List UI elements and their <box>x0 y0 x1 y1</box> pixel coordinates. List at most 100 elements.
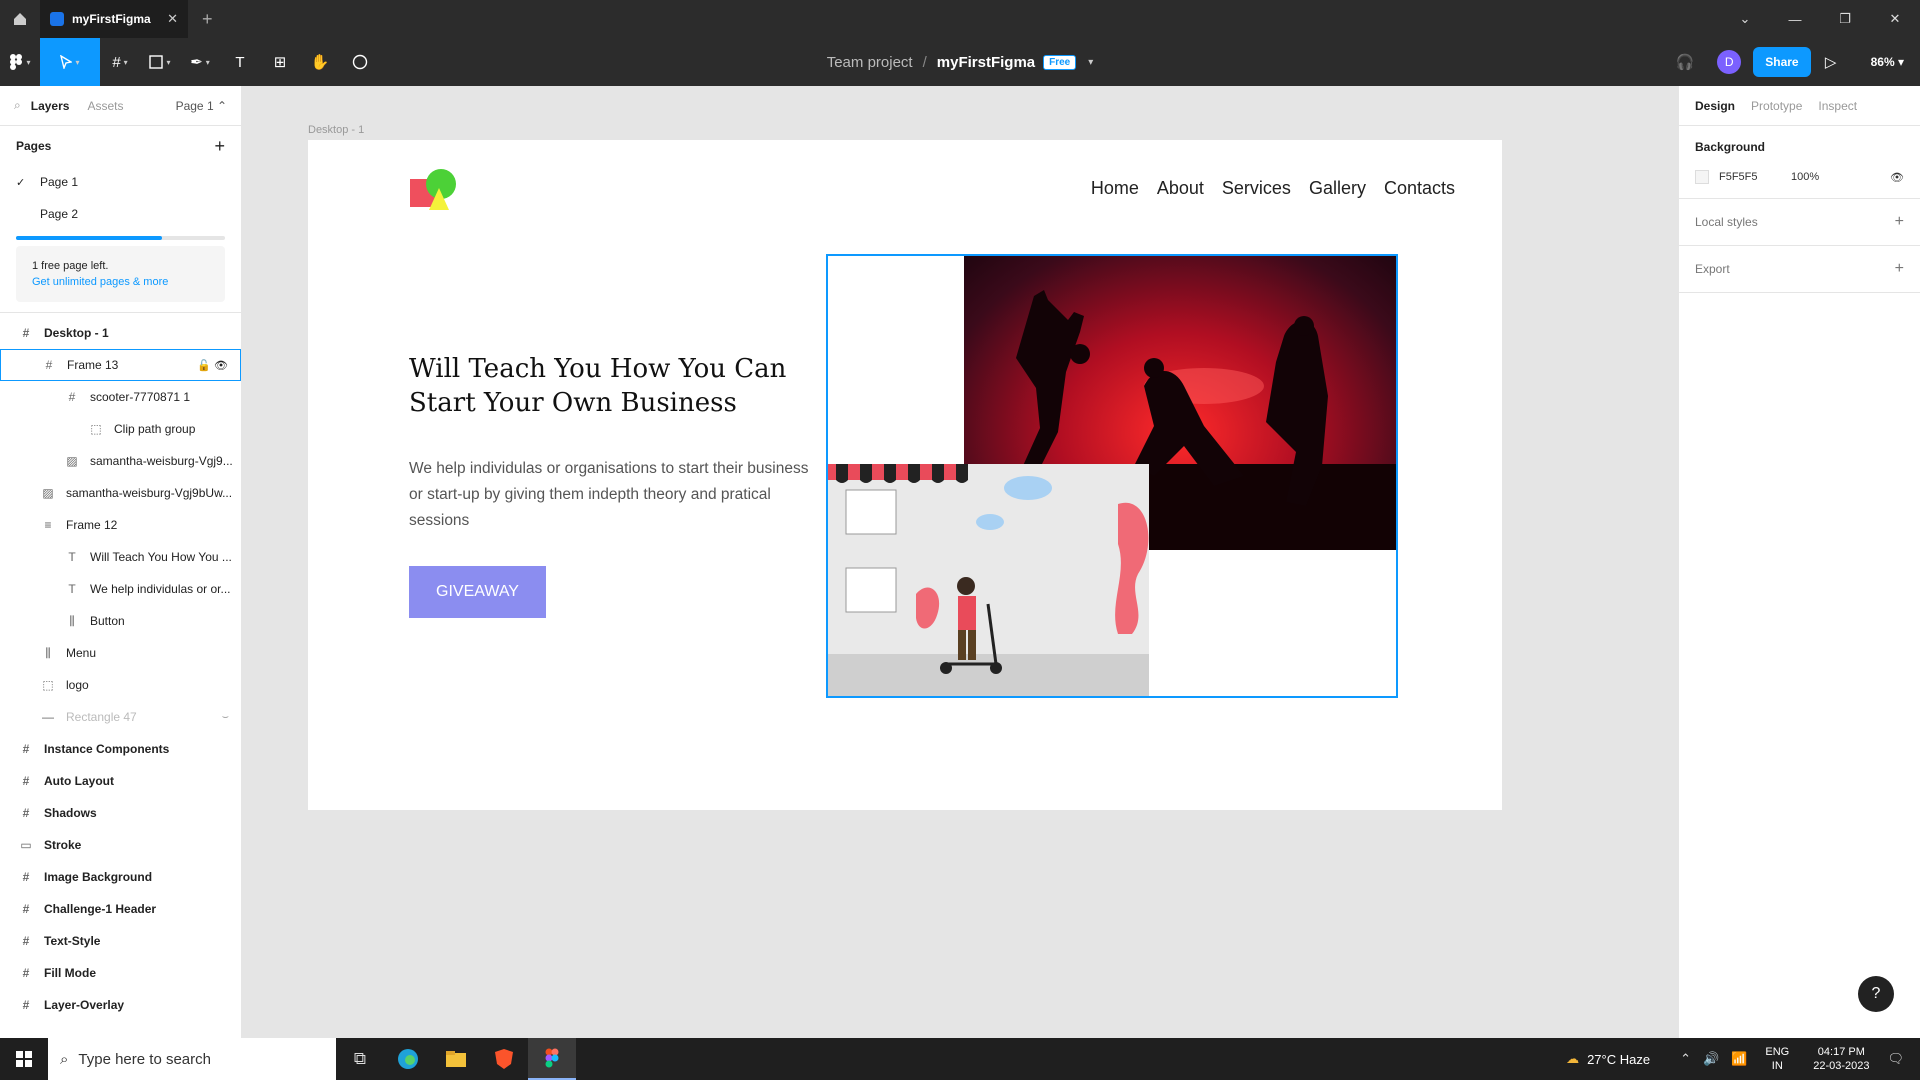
edge-icon[interactable] <box>384 1038 432 1080</box>
layer-label: Will Teach You How You ... <box>90 550 232 564</box>
breadcrumb-team[interactable]: Team project <box>827 54 913 71</box>
resources-icon[interactable]: ⊞ <box>260 38 300 86</box>
bg-opacity-input[interactable]: 100% <box>1791 171 1819 183</box>
lock-visibility-icons[interactable]: 🔓 👁 <box>197 359 228 372</box>
nav-contacts[interactable]: Contacts <box>1384 178 1455 199</box>
layer-row[interactable]: # Frame 13 🔓 👁 <box>0 349 241 381</box>
layers-panel: ⌕ Layers Assets Page 1 ⌃ Pages + ✓ Page … <box>0 86 242 1038</box>
layer-row[interactable]: ▨ samantha-weisburg-Vgj9bUw... <box>0 477 241 509</box>
giveaway-button[interactable]: GIVEAWAY <box>409 566 546 618</box>
layer-row[interactable]: # Shadows <box>0 797 241 829</box>
figma-app-icon[interactable] <box>528 1038 576 1080</box>
color-swatch[interactable] <box>1695 170 1709 184</box>
layer-row[interactable]: ⬚ logo <box>0 669 241 701</box>
bg-hex-input[interactable]: F5F5F5 <box>1719 171 1791 183</box>
layer-row[interactable]: # Desktop - 1 <box>0 317 241 349</box>
frame-label[interactable]: Desktop - 1 <box>308 124 364 136</box>
nav-gallery[interactable]: Gallery <box>1309 178 1366 199</box>
notification-icon[interactable]: 🗨 <box>1887 1051 1904 1067</box>
close-window-icon[interactable]: ✕ <box>1870 0 1920 38</box>
frame-icon: # <box>22 806 30 820</box>
rectangle-icon: ▭ <box>20 838 32 852</box>
layer-row[interactable]: # Layer-Overlay <box>0 989 241 1021</box>
page-item[interactable]: ✓ Page 1 <box>0 166 241 198</box>
tab-inspect[interactable]: Inspect <box>1818 99 1857 113</box>
rectangle-tool-icon[interactable]: ▾ <box>140 38 180 86</box>
task-view-icon[interactable]: ⧉ <box>336 1038 384 1080</box>
brave-icon[interactable] <box>480 1038 528 1080</box>
new-tab-icon[interactable]: + <box>202 9 213 30</box>
main-menu-icon[interactable]: ▾ <box>0 38 40 86</box>
frame-icon: # <box>22 934 30 948</box>
tab-assets[interactable]: Assets <box>87 99 123 113</box>
layer-row[interactable]: # scooter-7770871 1 <box>0 381 241 413</box>
headphones-icon[interactable]: 🎧 <box>1665 38 1705 86</box>
chevron-down-icon[interactable]: ▾ <box>1088 57 1093 68</box>
chevron-up-icon[interactable]: ⌃ <box>1680 1051 1691 1067</box>
page-selector[interactable]: Page 1 ⌃ <box>176 99 227 113</box>
move-tool-icon[interactable]: ▾ <box>40 38 100 86</box>
desktop-frame[interactable]: Home About Services Gallery Contacts Wil… <box>308 140 1502 810</box>
layer-row[interactable]: ⫼ Button <box>0 605 241 637</box>
add-style-icon[interactable]: + <box>1895 213 1904 231</box>
layer-row[interactable]: ⫼ Menu <box>0 637 241 669</box>
pen-tool-icon[interactable]: ✒ ▾ <box>180 38 220 86</box>
present-icon[interactable]: ▷ <box>1811 38 1851 86</box>
help-button[interactable]: ? <box>1858 976 1894 1012</box>
layer-row[interactable]: # Image Background <box>0 861 241 893</box>
nav-about[interactable]: About <box>1157 178 1204 199</box>
layer-label: Frame 12 <box>66 518 118 532</box>
nav-home[interactable]: Home <box>1091 178 1139 199</box>
windows-start-icon[interactable] <box>0 1051 48 1067</box>
clock[interactable]: 04:17 PM 22-03-2023 <box>1813 1045 1869 1073</box>
hand-tool-icon[interactable]: ✋ <box>300 38 340 86</box>
canvas[interactable]: Desktop - 1 Home About Services Gallery … <box>242 86 1678 1038</box>
file-tab[interactable]: myFirstFigma ✕ <box>40 0 188 38</box>
layer-row[interactable]: # Challenge-1 Header <box>0 893 241 925</box>
hidden-icon[interactable]: ⌣ <box>222 711 229 724</box>
search-icon[interactable]: ⌕ <box>14 98 21 113</box>
taskbar-search[interactable]: ⌕ Type here to search <box>48 1038 336 1080</box>
page-item[interactable]: Page 2 <box>0 198 241 230</box>
layer-row[interactable]: # Text-Style <box>0 925 241 957</box>
language-indicator[interactable]: ENG IN <box>1765 1045 1789 1073</box>
comment-tool-icon[interactable] <box>340 38 380 86</box>
layer-row[interactable]: # Auto Layout <box>0 765 241 797</box>
share-button[interactable]: Share <box>1753 47 1811 77</box>
chevron-down-icon[interactable]: ⌄ <box>1720 0 1770 38</box>
tab-layers[interactable]: Layers <box>31 99 70 113</box>
layer-row[interactable]: ⬚ Clip path group <box>0 413 241 445</box>
avatar[interactable]: D <box>1717 50 1742 74</box>
layer-row[interactable]: ▨ samantha-weisburg-Vgj9... <box>0 445 241 477</box>
nav-services[interactable]: Services <box>1222 178 1291 199</box>
layer-row[interactable]: # Instance Components <box>0 733 241 765</box>
layer-row[interactable]: # Fill Mode <box>0 957 241 989</box>
home-icon[interactable] <box>0 0 40 38</box>
tab-design[interactable]: Design <box>1695 99 1735 113</box>
eye-icon[interactable]: 👁 <box>1890 171 1904 184</box>
minimize-icon[interactable]: — <box>1770 0 1820 38</box>
text-tool-icon[interactable]: T <box>220 38 260 86</box>
restore-icon[interactable]: ❐ <box>1820 0 1870 38</box>
speaker-icon[interactable]: 🔊 <box>1703 1051 1719 1067</box>
layer-row[interactable]: ≡ Frame 12 <box>0 509 241 541</box>
page-usage-bar <box>16 236 225 240</box>
tab-prototype[interactable]: Prototype <box>1751 99 1802 113</box>
layer-row[interactable]: T We help individulas or or... <box>0 573 241 605</box>
zoom-level[interactable]: 86% ▾ <box>1871 55 1904 69</box>
frame-tool-icon[interactable]: # ▾ <box>100 38 140 86</box>
add-page-icon[interactable]: + <box>214 136 225 157</box>
selected-image-frame[interactable] <box>826 254 1398 698</box>
add-export-icon[interactable]: + <box>1895 260 1904 278</box>
frame-icon: # <box>22 966 30 980</box>
wifi-icon[interactable]: 📶 <box>1731 1051 1747 1067</box>
layer-row[interactable]: — Rectangle 47 ⌣ <box>0 701 241 733</box>
close-tab-icon[interactable]: ✕ <box>167 11 178 27</box>
frame-icon: # <box>22 998 30 1012</box>
layer-row[interactable]: T Will Teach You How You ... <box>0 541 241 573</box>
weather-widget[interactable]: ☁ 27°C Haze <box>1566 1051 1650 1067</box>
file-explorer-icon[interactable] <box>432 1038 480 1080</box>
upgrade-link[interactable]: Get unlimited pages & more <box>32 274 209 290</box>
layer-row[interactable]: ▭ Stroke <box>0 829 241 861</box>
file-name[interactable]: myFirstFigma <box>937 54 1035 71</box>
